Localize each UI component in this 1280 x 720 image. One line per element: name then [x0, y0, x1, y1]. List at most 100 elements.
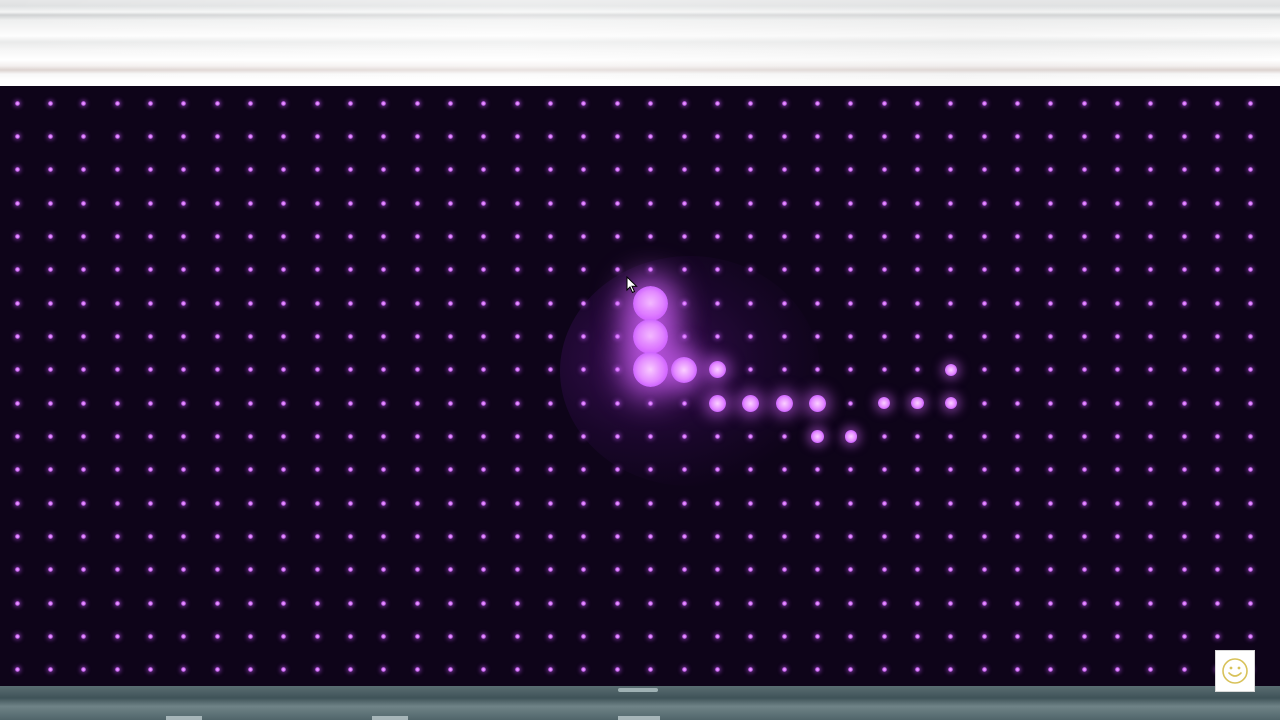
grid-dot: [14, 434, 20, 439]
grid-dot: [448, 534, 454, 540]
grid-dot: [1115, 167, 1121, 173]
grid-dot: [914, 367, 920, 373]
grid-dot: [648, 567, 654, 573]
grid-dot: [581, 667, 587, 673]
grid-dot: [481, 600, 487, 606]
grid-dot: [14, 267, 20, 273]
taskbar-item[interactable]: [166, 716, 202, 720]
grid-dot: [114, 600, 120, 606]
grid-dot: [814, 333, 820, 339]
grid-dot: [1215, 500, 1221, 506]
grid-dot: [47, 167, 53, 173]
grid-dot: [981, 500, 987, 506]
grid-dot: [114, 333, 120, 339]
grid-dot: [814, 233, 820, 239]
grid-dot: [81, 200, 87, 206]
grid-dot: [414, 634, 420, 640]
grid-dot: [1081, 333, 1087, 339]
grid-dot: [1015, 400, 1020, 406]
grid-dot: [848, 500, 854, 506]
grid-dot: [1248, 333, 1254, 339]
grid-dot: [548, 534, 554, 540]
grid-dot: [247, 200, 253, 206]
grid-dot: [648, 500, 654, 506]
grid-dot: [1081, 367, 1087, 373]
dot-matrix-canvas[interactable]: [0, 86, 1280, 686]
scroll-handle[interactable]: [618, 688, 658, 692]
lit-dot: [742, 394, 760, 412]
grid-dot: [1148, 233, 1154, 239]
grid-dot: [14, 133, 20, 139]
grid-dot: [47, 367, 53, 373]
grid-dot: [1215, 434, 1221, 439]
grid-dot: [1115, 100, 1121, 106]
grid-dot: [748, 634, 754, 640]
grid-dot: [948, 567, 954, 573]
grid-dot: [381, 267, 387, 273]
dot-grid: [0, 86, 1280, 686]
grid-dot: [1215, 567, 1221, 573]
grid-dot: [948, 534, 954, 540]
grid-dot: [114, 667, 120, 673]
grid-dot: [481, 133, 487, 139]
grid-dot: [948, 233, 954, 239]
grid-dot: [914, 634, 920, 640]
grid-dot: [1215, 267, 1221, 273]
grid-dot: [14, 233, 20, 239]
grid-dot: [481, 400, 487, 406]
grid-dot: [181, 200, 187, 206]
grid-dot: [781, 367, 787, 373]
grid-dot: [948, 600, 954, 606]
grid-dot: [1115, 500, 1121, 506]
grid-dot: [881, 233, 887, 239]
grid-dot: [1115, 434, 1121, 439]
grid-dot: [814, 267, 820, 273]
grid-dot: [1081, 167, 1087, 173]
grid-dot: [147, 133, 153, 139]
grid-dot: [648, 400, 654, 406]
grid-dot: [448, 567, 454, 573]
grid-dot: [247, 600, 253, 606]
grid-dot: [448, 367, 454, 373]
grid-dot: [981, 600, 987, 606]
taskbar-item[interactable]: [372, 716, 408, 720]
grid-dot: [1081, 100, 1087, 106]
grid-dot: [448, 333, 454, 339]
grid-dot: [281, 634, 287, 640]
smiley-badge[interactable]: [1215, 650, 1255, 692]
grid-dot: [748, 100, 754, 106]
grid-dot: [1148, 600, 1154, 606]
grid-dot: [381, 233, 387, 239]
grid-dot: [1181, 467, 1187, 473]
grid-dot: [381, 567, 387, 573]
grid-dot: [1048, 233, 1054, 239]
grid-dot: [81, 434, 87, 439]
grid-dot: [714, 534, 720, 540]
grid-dot: [348, 200, 353, 206]
grid-dot: [514, 133, 520, 139]
grid-dot: [748, 534, 754, 540]
grid-dot: [114, 400, 120, 406]
taskbar-item[interactable]: [618, 716, 660, 720]
grid-dot: [481, 634, 487, 640]
grid-dot: [214, 367, 220, 373]
grid-dot: [748, 333, 754, 339]
grid-dot: [548, 300, 554, 306]
grid-dot: [214, 567, 220, 573]
grid-dot: [348, 333, 353, 339]
grid-dot: [981, 333, 987, 339]
grid-dot: [181, 233, 187, 239]
grid-dot: [1081, 434, 1087, 439]
grid-dot: [681, 233, 687, 239]
grid-dot: [681, 434, 687, 439]
grid-dot: [1048, 634, 1054, 640]
grid-dot: [1181, 267, 1187, 273]
grid-dot: [1248, 634, 1254, 640]
lit-dot: [844, 430, 857, 443]
grid-dot: [47, 400, 53, 406]
grid-dot: [1181, 300, 1187, 306]
grid-dot: [81, 634, 87, 640]
grid-dot: [1115, 400, 1121, 406]
grid-dot: [1215, 333, 1221, 339]
lit-dot: [633, 352, 669, 388]
